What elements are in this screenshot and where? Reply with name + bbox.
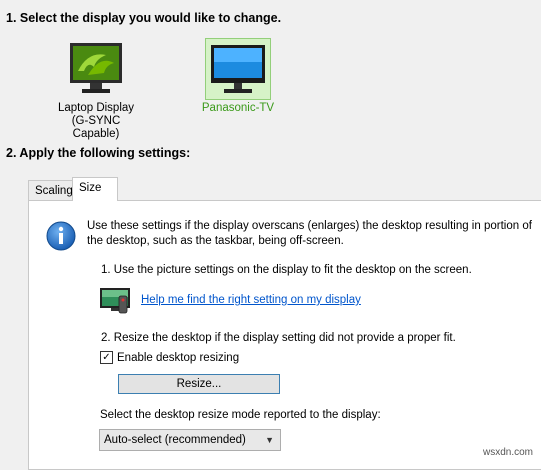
- info-icon: [46, 221, 76, 251]
- tv-tile[interactable]: [205, 38, 271, 100]
- resize-mode-select[interactable]: Auto-select (recommended) ▼: [99, 429, 281, 451]
- display-name: Panasonic-TV: [201, 102, 275, 114]
- select-display-heading: 1. Select the display you would like to …: [6, 11, 282, 25]
- tab-scaling[interactable]: Scaling: [28, 180, 73, 200]
- display-label-tv: Panasonic-TV: [190, 102, 286, 115]
- step2-text: 2. Resize the desktop if the display set…: [101, 332, 456, 344]
- resize-button[interactable]: Resize...: [118, 374, 280, 394]
- apply-settings-heading: 2. Apply the following settings:: [6, 146, 191, 160]
- enable-resizing-option[interactable]: ✓ Enable desktop resizing: [100, 351, 239, 364]
- display-name: Laptop Display: [57, 102, 135, 114]
- display-label-laptop: Laptop Display (G-SYNC Capable): [48, 102, 144, 141]
- watermark: wsxdn.com: [482, 447, 533, 458]
- laptop-monitor-icon: [70, 43, 122, 93]
- tv-monitor-icon: [211, 45, 265, 93]
- display-tv[interactable]: Panasonic-TV: [190, 38, 286, 115]
- laptop-tile[interactable]: [63, 38, 129, 100]
- display-capability: (G-SYNC Capable): [71, 115, 121, 140]
- resize-mode-value: Auto-select (recommended): [104, 434, 246, 446]
- display-laptop[interactable]: Laptop Display (G-SYNC Capable): [48, 38, 144, 141]
- tab-size[interactable]: Size: [72, 177, 118, 201]
- enable-resizing-label[interactable]: Enable desktop resizing: [117, 352, 239, 364]
- resize-mode-label: Select the desktop resize mode reported …: [100, 409, 381, 421]
- tv-remote-icon: [100, 288, 130, 314]
- intro-text: Use these settings if the display oversc…: [87, 220, 532, 247]
- help-link[interactable]: Help me find the right setting on my dis…: [141, 294, 361, 306]
- step1-text: 1. Use the picture settings on the displ…: [101, 264, 472, 276]
- enable-resizing-checkbox[interactable]: ✓: [100, 351, 113, 364]
- chevron-down-icon: ▼: [265, 435, 274, 445]
